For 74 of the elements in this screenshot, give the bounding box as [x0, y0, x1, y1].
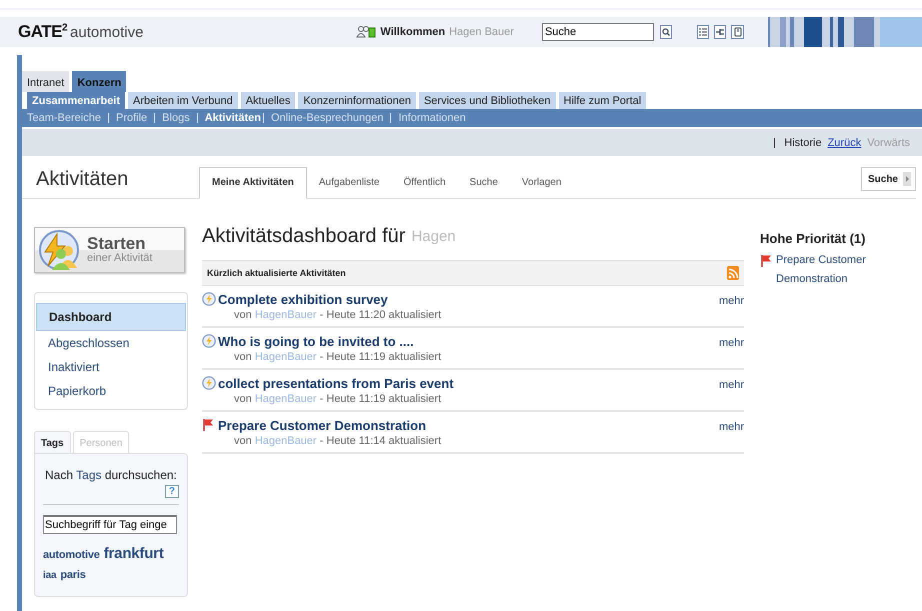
nav-tab[interactable]: Hilfe zum Portal — [558, 92, 646, 109]
nav-tab[interactable]: Aktuelles — [240, 92, 296, 109]
nav-tab[interactable]: Services und Bibliotheken — [418, 92, 556, 109]
flag-icon — [202, 418, 216, 432]
nav-item[interactable]: Dashboard — [36, 303, 186, 331]
more-link[interactable]: mehr — [718, 421, 744, 447]
nav-tab[interactable]: Zusammenarbeit — [27, 92, 126, 109]
logo: GATE$^{2}$ — [18, 22, 68, 42]
flag-icon — [760, 254, 774, 268]
welcome-text: Willkommen — [380, 26, 446, 38]
nav-tab[interactable]: Konzerninformationen — [298, 92, 416, 109]
help-button[interactable]: ? — [164, 485, 179, 498]
nav-item[interactable]: Inaktiviert — [36, 355, 186, 379]
history-menu[interactable]: Historie — [784, 136, 822, 148]
activity-icon — [202, 334, 216, 348]
by-label: von — [234, 393, 252, 405]
activity-icon — [202, 292, 216, 306]
user-name: Hagen Bauer — [449, 26, 514, 38]
tag-search-field[interactable]: Suchbegriff für Tag einge — [43, 515, 177, 534]
page-tab[interactable]: Öffentlich — [391, 168, 458, 198]
nav-item[interactable]: Abgeschlossen — [36, 331, 186, 355]
page-tab[interactable]: Meine Aktivitäten — [199, 167, 307, 199]
logo-subtitle: automotive — [70, 24, 144, 40]
list-button[interactable] — [696, 25, 709, 39]
priority-title: Hohe Priorität (1) — [760, 231, 866, 246]
activity-title[interactable]: Who is going to be invited to .... — [218, 334, 719, 349]
search-button[interactable] — [660, 25, 672, 39]
more-link[interactable]: mehr — [718, 337, 744, 363]
power-button[interactable] — [731, 25, 744, 39]
nav-tab[interactable]: Arbeiten im Verbund — [128, 92, 238, 109]
search-prompt: Nach Tags durchsuchen: — [44, 468, 178, 482]
tag-link[interactable]: frankfurt — [104, 545, 164, 562]
lightning-people-icon — [37, 230, 81, 270]
activity-title[interactable]: collect presentations from Paris event — [218, 376, 719, 391]
tag-link[interactable]: iaa — [43, 570, 56, 581]
users-icon — [356, 25, 376, 39]
dashboard-title: Aktivitätsdashboard für — [202, 225, 406, 248]
power-icon — [732, 27, 743, 37]
by-label: von — [234, 351, 252, 363]
search-field[interactable]: Suche — [542, 23, 654, 41]
activity-title[interactable]: Complete exhibition survey — [218, 292, 719, 307]
page-title: Aktivitäten — [36, 166, 130, 190]
list-icon — [698, 27, 708, 37]
plug-button[interactable] — [714, 25, 726, 39]
activity-icon — [202, 376, 216, 390]
tags-link[interactable]: Tags — [76, 468, 102, 482]
more-link[interactable]: mehr — [718, 379, 744, 405]
activity-title[interactable]: Prepare Customer Demonstration — [218, 418, 719, 433]
nav-tab[interactable]: Intranet — [22, 71, 70, 92]
more-link[interactable]: mehr — [718, 295, 744, 321]
by-label: von — [234, 309, 252, 321]
nav-item[interactable]: Papierkorb — [36, 379, 186, 403]
search-button[interactable]: Suche — [860, 167, 916, 191]
update-time: - Heute 11:20 aktualisiert — [320, 309, 442, 321]
tag-link[interactable]: paris — [60, 569, 86, 581]
plug-icon — [715, 27, 726, 37]
nav-tab[interactable]: Konzern — [72, 71, 126, 92]
search-icon — [662, 28, 670, 36]
panel-tab[interactable]: Tags — [34, 431, 71, 453]
update-time: - Heute 11:19 aktualisiert — [320, 393, 442, 405]
update-time: - Heute 11:14 aktualisiert — [320, 435, 442, 447]
back-link[interactable]: Zurück — [828, 136, 862, 148]
by-label: von — [234, 435, 252, 447]
nav-link[interactable]: Aktivitäten — [204, 112, 261, 124]
page-tab[interactable]: Vorlagen — [510, 168, 574, 198]
page-tab[interactable]: Suche — [458, 168, 510, 198]
page-tab[interactable]: Aufgabenliste — [306, 168, 392, 198]
update-time: - Heute 11:19 aktualisiert — [320, 351, 442, 363]
user-name: Hagen — [411, 228, 456, 245]
caret-icon — [903, 172, 911, 186]
tag-link[interactable]: automotive — [43, 549, 100, 561]
section-title: Kürzlich aktualisierte Aktivitäten — [207, 268, 346, 278]
priority-link[interactable]: Prepare Customer Demonstration — [776, 251, 880, 289]
start-activity-button[interactable]: Starten einer Aktivität — [34, 227, 185, 273]
